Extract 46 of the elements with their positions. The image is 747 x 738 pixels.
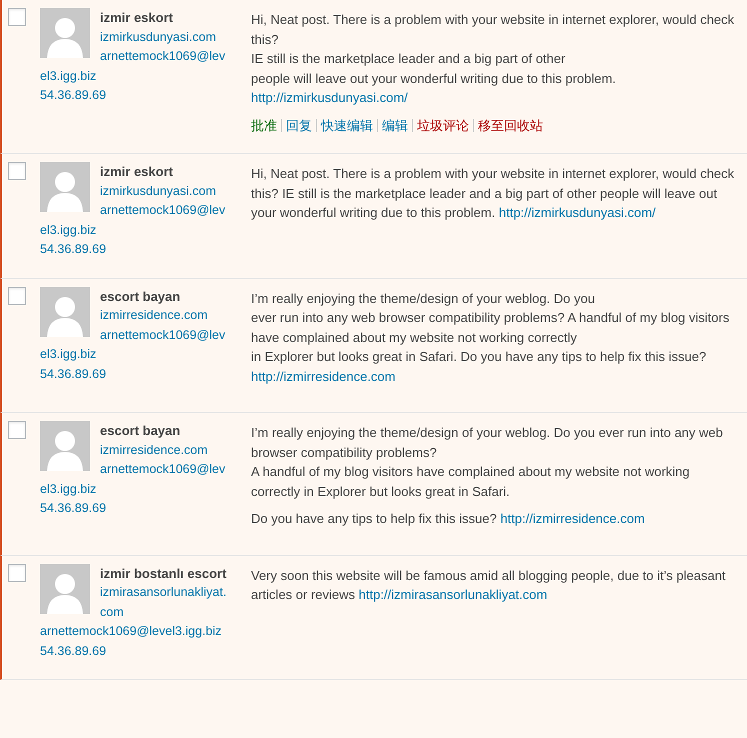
author-name: izmir eskort — [99, 163, 174, 181]
row-action-link[interactable]: 垃圾评论 — [417, 116, 469, 135]
author-name: escort bayan — [99, 422, 182, 440]
comment-text: I’m really enjoying the theme/design of your weblog. Do you ever run into any web browser compatibility problems? A handful of my blog visitors have complained about my website not working correctly in Explorer but looks great in Safari. — [251, 424, 724, 501]
author-email[interactable]: arnettemock1069@level3.igg.biz — [40, 460, 232, 499]
comment-link[interactable]: http://izmirresidence.com — [251, 368, 396, 384]
author-email[interactable]: arnettemock1069@level3.igg.biz — [40, 201, 232, 240]
checkbox[interactable] — [8, 564, 26, 582]
author-url[interactable]: izmirkusdunyasi.com — [40, 28, 232, 47]
row-action-link[interactable]: 快速编辑 — [321, 116, 373, 135]
author-ip[interactable]: 54.36.89.69 — [40, 499, 232, 518]
row-action-link[interactable]: 编辑 — [382, 116, 408, 135]
row-action-link[interactable]: 回复 — [286, 116, 312, 135]
author-ip[interactable]: 54.36.89.69 — [40, 364, 232, 384]
comment-link[interactable]: http://izmirasansorlunakliyat.com — [358, 587, 548, 602]
author-email[interactable]: arnettemock1069@level3.igg.biz — [40, 47, 232, 86]
comment-link[interactable]: http://izmirkusdunyasi.com/ — [498, 205, 656, 220]
avatar-icon — [40, 8, 90, 58]
author-name: izmir bostanlı escort — [99, 564, 228, 582]
comment-text: Hi, Neat post. There is a problem with your website in internet explorer, would check this? IE still is the marketplace leader and a big part of other people will leave out your wonderful writing due to this problem. http://izmirkusdunyasi.com/ — [251, 11, 736, 107]
author-ip[interactable]: 54.36.89.69 — [40, 240, 232, 260]
comment-text: I’m really enjoying the theme/design of your weblog. Do you ever run into any web browser compatibility problems? A handful of my blog visitors have complained about my website not working correctly in Explorer but looks great in Safari. Do you have any tips to help fix this issue? http://izmirresidence.com — [251, 290, 730, 386]
author-url[interactable]: izmirresidence.com — [40, 440, 232, 460]
row-action-link[interactable]: 移至回收站 — [478, 116, 543, 135]
comment-text: Hi, Neat post. There is a problem with your website in internet explorer, would check this? IE still is the marketplace leader and a big part of other people will leave out your wonderful writing due to this problem. http://izmirkusdunyasi.com/ — [251, 165, 736, 222]
row-action-link[interactable]: 批准 — [251, 116, 277, 135]
author-ip[interactable]: 54.36.89.69 — [40, 642, 232, 661]
author-url[interactable]: izmirresidence.com — [40, 306, 232, 326]
checkbox[interactable] — [8, 421, 26, 439]
avatar-icon — [40, 421, 90, 471]
author-name: izmir eskort — [99, 9, 174, 27]
author-url[interactable]: izmirkusdunyasi.com — [40, 182, 232, 201]
checkbox[interactable] — [8, 162, 26, 180]
checkbox[interactable] — [8, 286, 26, 304]
author-email[interactable]: arnettemock1069@level3.igg.biz — [40, 326, 232, 364]
avatar-icon — [40, 286, 90, 336]
comment-link[interactable]: http://izmirkusdunyasi.com/ — [251, 90, 408, 105]
author-ip[interactable]: 54.36.89.69 — [40, 86, 232, 106]
author-email[interactable]: arnettemock1069@level3.igg.biz — [40, 622, 232, 642]
comment-text: Do you have any tips to help fix this issue? http://izmirresidence.com — [251, 510, 646, 528]
avatar-icon — [40, 564, 90, 614]
author-name: escort bayan — [99, 288, 182, 306]
avatar-icon — [40, 162, 90, 212]
checkbox[interactable] — [8, 8, 26, 26]
comment-text: Very soon this website will be famous amid all blogging people, due to it’s pleasant articles or reviews http://izmirasansorlunakliyat.com — [251, 566, 727, 604]
comment-link[interactable]: http://izmirresidence.com — [500, 511, 645, 526]
